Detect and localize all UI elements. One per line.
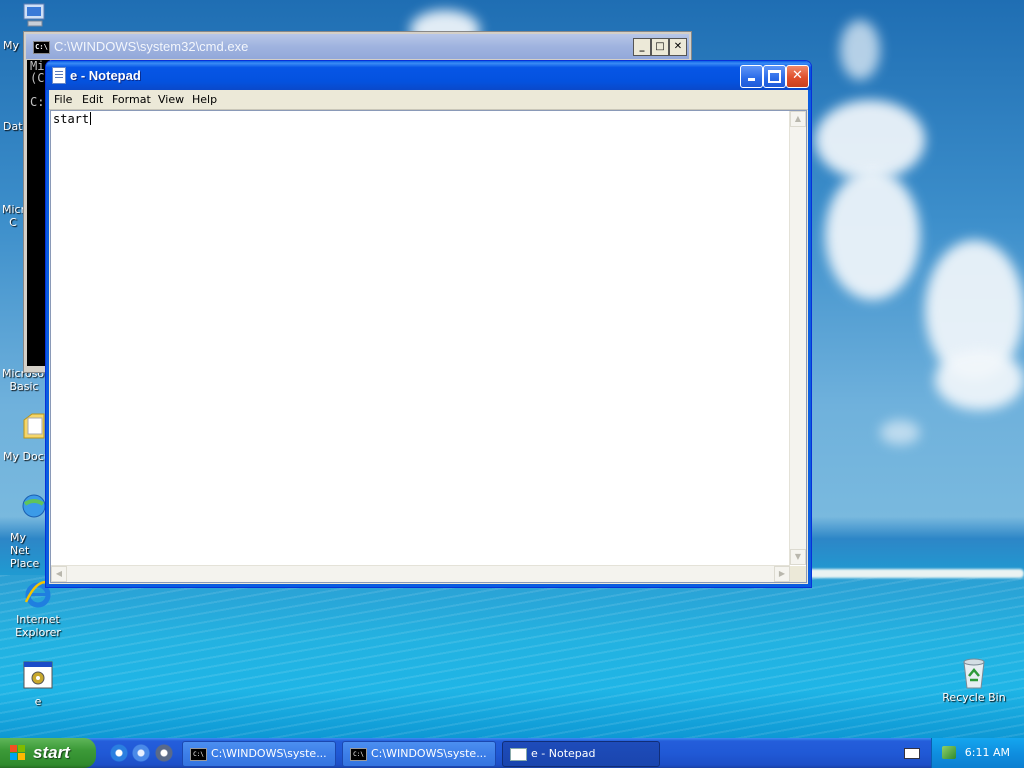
notepad-icon: [52, 67, 66, 84]
desktop-icon-label: Dat: [3, 120, 23, 133]
quick-launch-media-player-icon[interactable]: [155, 744, 173, 762]
desktop-icon-label: Micro C: [2, 203, 32, 229]
cmd-minimize-button[interactable]: _: [633, 38, 651, 56]
vertical-scrollbar[interactable]: ▲ ▼: [789, 111, 806, 565]
scroll-up-button[interactable]: ▲: [790, 111, 806, 127]
taskbar-task-cmd-1[interactable]: C:\ C:\WINDOWS\syste...: [182, 741, 336, 767]
notepad-window[interactable]: e - Notepad ✕ File Edit Format View Help…: [45, 60, 812, 588]
desktop-icon-label: My Net Place: [10, 531, 40, 570]
desktop-icon-label: e: [34, 695, 42, 708]
horizontal-scrollbar[interactable]: ◀ ▶: [51, 565, 790, 582]
maximize-icon: [768, 70, 781, 83]
desktop-icon-recycle-bin[interactable]: Recycle Bin: [936, 656, 1012, 704]
notepad-icon: [510, 748, 527, 761]
sea-background: [0, 575, 1024, 738]
cmd-titlebar[interactable]: C:\ C:\WINDOWS\system32\cmd.exe _ □ ✕: [26, 34, 689, 59]
folder-icon: [22, 410, 46, 442]
start-button[interactable]: start: [0, 738, 96, 768]
desktop-icon-my-documents[interactable]: My Docu: [0, 410, 51, 463]
maximize-button[interactable]: [763, 65, 786, 88]
text-caret: [90, 112, 92, 125]
my-computer-icon: [20, 2, 46, 28]
cmd-icon: C:\: [350, 748, 367, 761]
windows-logo-icon: [10, 745, 26, 761]
resize-grip[interactable]: [790, 566, 806, 582]
notepad-content: start: [53, 112, 92, 126]
task-label: C:\WINDOWS\syste...: [371, 747, 487, 760]
start-label: start: [33, 743, 70, 762]
menu-help[interactable]: Help: [192, 93, 217, 106]
taskbar: start C:\ C:\WINDOWS\syste... C:\ C:\WIN…: [0, 738, 1024, 768]
minimize-button[interactable]: [740, 65, 763, 88]
desktop-icon-my-computer[interactable]: My: [0, 2, 45, 52]
scroll-left-button[interactable]: ◀: [51, 566, 67, 582]
taskbar-task-cmd-2[interactable]: C:\ C:\WINDOWS\syste...: [342, 741, 496, 767]
network-status-icon[interactable]: [942, 746, 956, 759]
desktop-icon-label: My: [3, 39, 20, 52]
system-tray: 6:11 AM: [931, 738, 1024, 768]
keyboard-icon[interactable]: [904, 748, 920, 759]
menu-file[interactable]: File: [54, 93, 72, 106]
clock[interactable]: 6:11 AM: [965, 746, 1010, 759]
taskbar-task-notepad[interactable]: e - Notepad: [502, 741, 660, 767]
e-shortcut-icon: [22, 660, 54, 692]
scroll-down-button[interactable]: ▼: [790, 549, 806, 565]
desktop-icon-label: Recycle Bin: [942, 691, 1006, 704]
minimize-icon: [748, 78, 755, 81]
cmd-maximize-button[interactable]: □: [651, 38, 669, 56]
cmd-close-button[interactable]: ✕: [669, 38, 687, 56]
notepad-text: start: [53, 112, 90, 126]
notepad-text-area[interactable]: start ▲ ▼ ◀ ▶: [50, 110, 807, 583]
quick-launch-ie-icon[interactable]: [110, 744, 128, 762]
desktop-icon-e[interactable]: e: [0, 660, 76, 708]
menu-bar: File Edit Format View Help: [49, 90, 808, 110]
scroll-right-button[interactable]: ▶: [774, 566, 790, 582]
cmd-window-title: C:\WINDOWS\system32\cmd.exe: [54, 39, 249, 54]
desktop-icon-label: Internet Explorer: [15, 613, 61, 639]
close-button[interactable]: ✕: [786, 65, 809, 88]
menu-edit[interactable]: Edit: [82, 93, 103, 106]
menu-format[interactable]: Format: [112, 93, 151, 106]
task-label: e - Notepad: [531, 747, 596, 760]
menu-view[interactable]: View: [158, 93, 184, 106]
cmd-icon: C:\: [190, 748, 207, 761]
close-icon: ✕: [792, 68, 803, 83]
cmd-icon: C:\: [33, 41, 50, 54]
notepad-window-title: e - Notepad: [70, 68, 141, 83]
notepad-titlebar[interactable]: e - Notepad ✕: [46, 61, 811, 90]
quick-launch-explorer-icon[interactable]: [132, 744, 150, 762]
recycle-bin-icon: [958, 656, 990, 689]
task-label: C:\WINDOWS\syste...: [211, 747, 327, 760]
desktop-icon-my-network-places[interactable]: My Net Place: [0, 492, 46, 570]
network-globe-icon: [22, 492, 46, 524]
desktop-icon-label: My Docu: [3, 450, 51, 463]
